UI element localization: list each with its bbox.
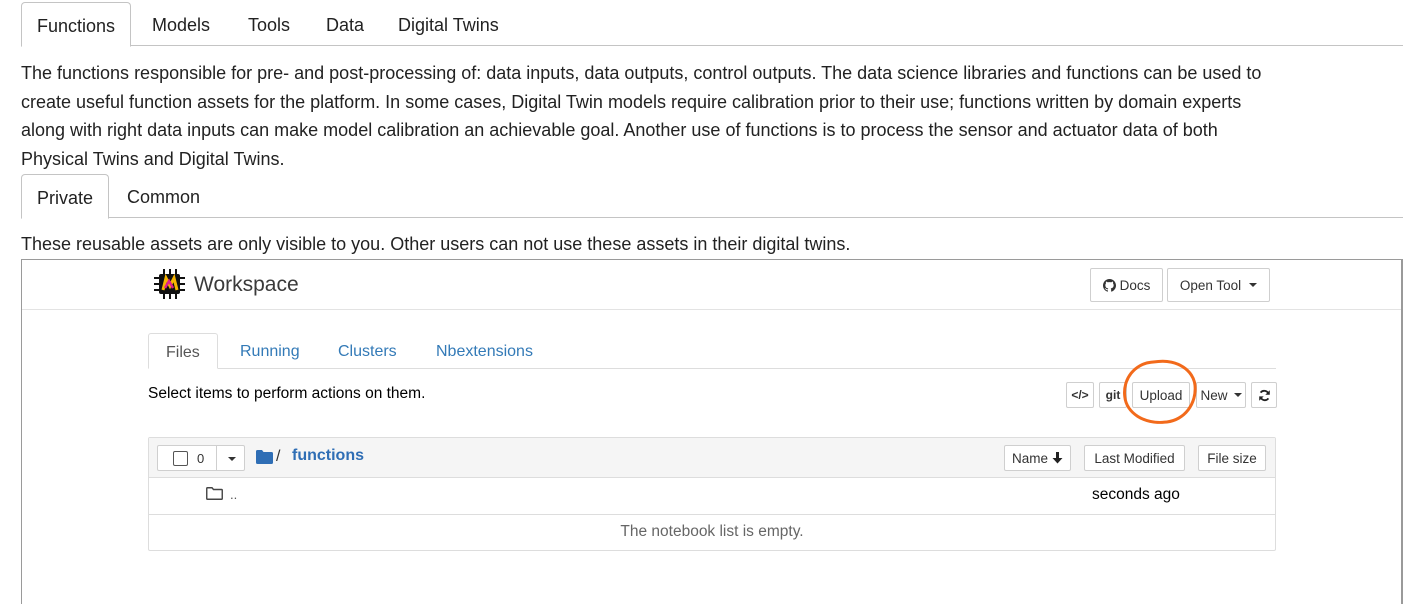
last-modified-value: seconds ago: [1092, 486, 1180, 503]
sort-size-button[interactable]: File size: [1198, 445, 1266, 471]
workspace-title: Workspace: [194, 273, 299, 296]
folder-open-icon: [206, 487, 223, 500]
upload-button[interactable]: Upload: [1132, 382, 1190, 408]
tab-data[interactable]: Data: [311, 2, 379, 47]
tab-clusters[interactable]: Clusters: [321, 333, 414, 369]
tab-tools[interactable]: Tools: [233, 2, 305, 47]
refresh-button[interactable]: [1251, 382, 1277, 408]
edit-code-button[interactable]: </>: [1066, 382, 1094, 408]
git-button[interactable]: git: [1099, 382, 1127, 408]
file-list-header: 0 / functions Name Last Modified File si…: [149, 438, 1275, 478]
path-separator: /: [276, 448, 281, 465]
open-tool-button[interactable]: Open Tool: [1167, 268, 1270, 302]
checkbox[interactable]: [173, 450, 188, 466]
file-list: 0 / functions Name Last Modified File si…: [148, 437, 1276, 551]
empty-list-message: The notebook list is empty.: [620, 523, 804, 540]
chevron-down-icon: [1249, 283, 1258, 287]
folder-icon: [256, 450, 273, 464]
list-item-parent[interactable]: .. seconds ago: [149, 478, 1275, 515]
main-tabs: Functions Models Tools Data Digital Twin…: [21, 2, 1403, 47]
workspace-header: Workspace Docs Open Tool: [22, 260, 1401, 310]
selected-count: 0: [197, 450, 205, 466]
sort-name-label: Name: [1011, 450, 1048, 466]
current-directory-link[interactable]: functions: [292, 447, 364, 465]
sort-name-button[interactable]: Name: [1004, 445, 1071, 471]
arrow-down-icon: [1052, 452, 1063, 464]
select-hint: Select items to perform actions on them.: [148, 385, 426, 402]
docs-label: Docs: [1119, 277, 1151, 293]
tab-files[interactable]: Files: [148, 333, 218, 369]
private-note: These reusable assets are only visible t…: [21, 234, 851, 254]
functions-description: The functions responsible for pre- and p…: [21, 59, 1401, 173]
parent-directory-link[interactable]: ..: [230, 487, 237, 502]
github-icon: [1102, 278, 1116, 292]
open-tool-label: Open Tool: [1179, 277, 1242, 293]
workspace-frame: Workspace Docs Open Tool Files Running C…: [21, 259, 1403, 604]
tab-common[interactable]: Common: [112, 174, 215, 219]
count-divider: [216, 446, 217, 470]
tab-models[interactable]: Models: [137, 2, 225, 47]
scope-tabs: Private Common: [21, 174, 1403, 219]
new-label: New: [1200, 387, 1228, 403]
tab-functions[interactable]: Functions: [21, 2, 132, 47]
description-line: along with right data inputs can make mo…: [21, 120, 1218, 140]
sort-modified-button[interactable]: Last Modified: [1084, 445, 1185, 471]
tab-nbextensions[interactable]: Nbextensions: [419, 333, 550, 369]
select-all-control[interactable]: 0: [157, 445, 245, 471]
tab-private[interactable]: Private: [21, 174, 110, 219]
tab-digital-twins[interactable]: Digital Twins: [383, 2, 514, 47]
description-line: create useful function assets for the pl…: [21, 91, 1242, 112]
chevron-down-icon: [1233, 393, 1242, 397]
description-line: The functions responsible for pre- and p…: [21, 63, 1262, 83]
tab-running[interactable]: Running: [223, 333, 317, 369]
description-line: Physical Twins and Digital Twins.: [21, 148, 285, 169]
new-button[interactable]: New: [1196, 382, 1246, 408]
chevron-down-icon: [228, 457, 236, 461]
workspace-tabs: Files Running Clusters Nbextensions: [148, 333, 1276, 369]
workspace-logo-icon: [154, 269, 185, 299]
docs-button[interactable]: Docs: [1090, 268, 1163, 302]
refresh-icon: [1258, 389, 1270, 401]
